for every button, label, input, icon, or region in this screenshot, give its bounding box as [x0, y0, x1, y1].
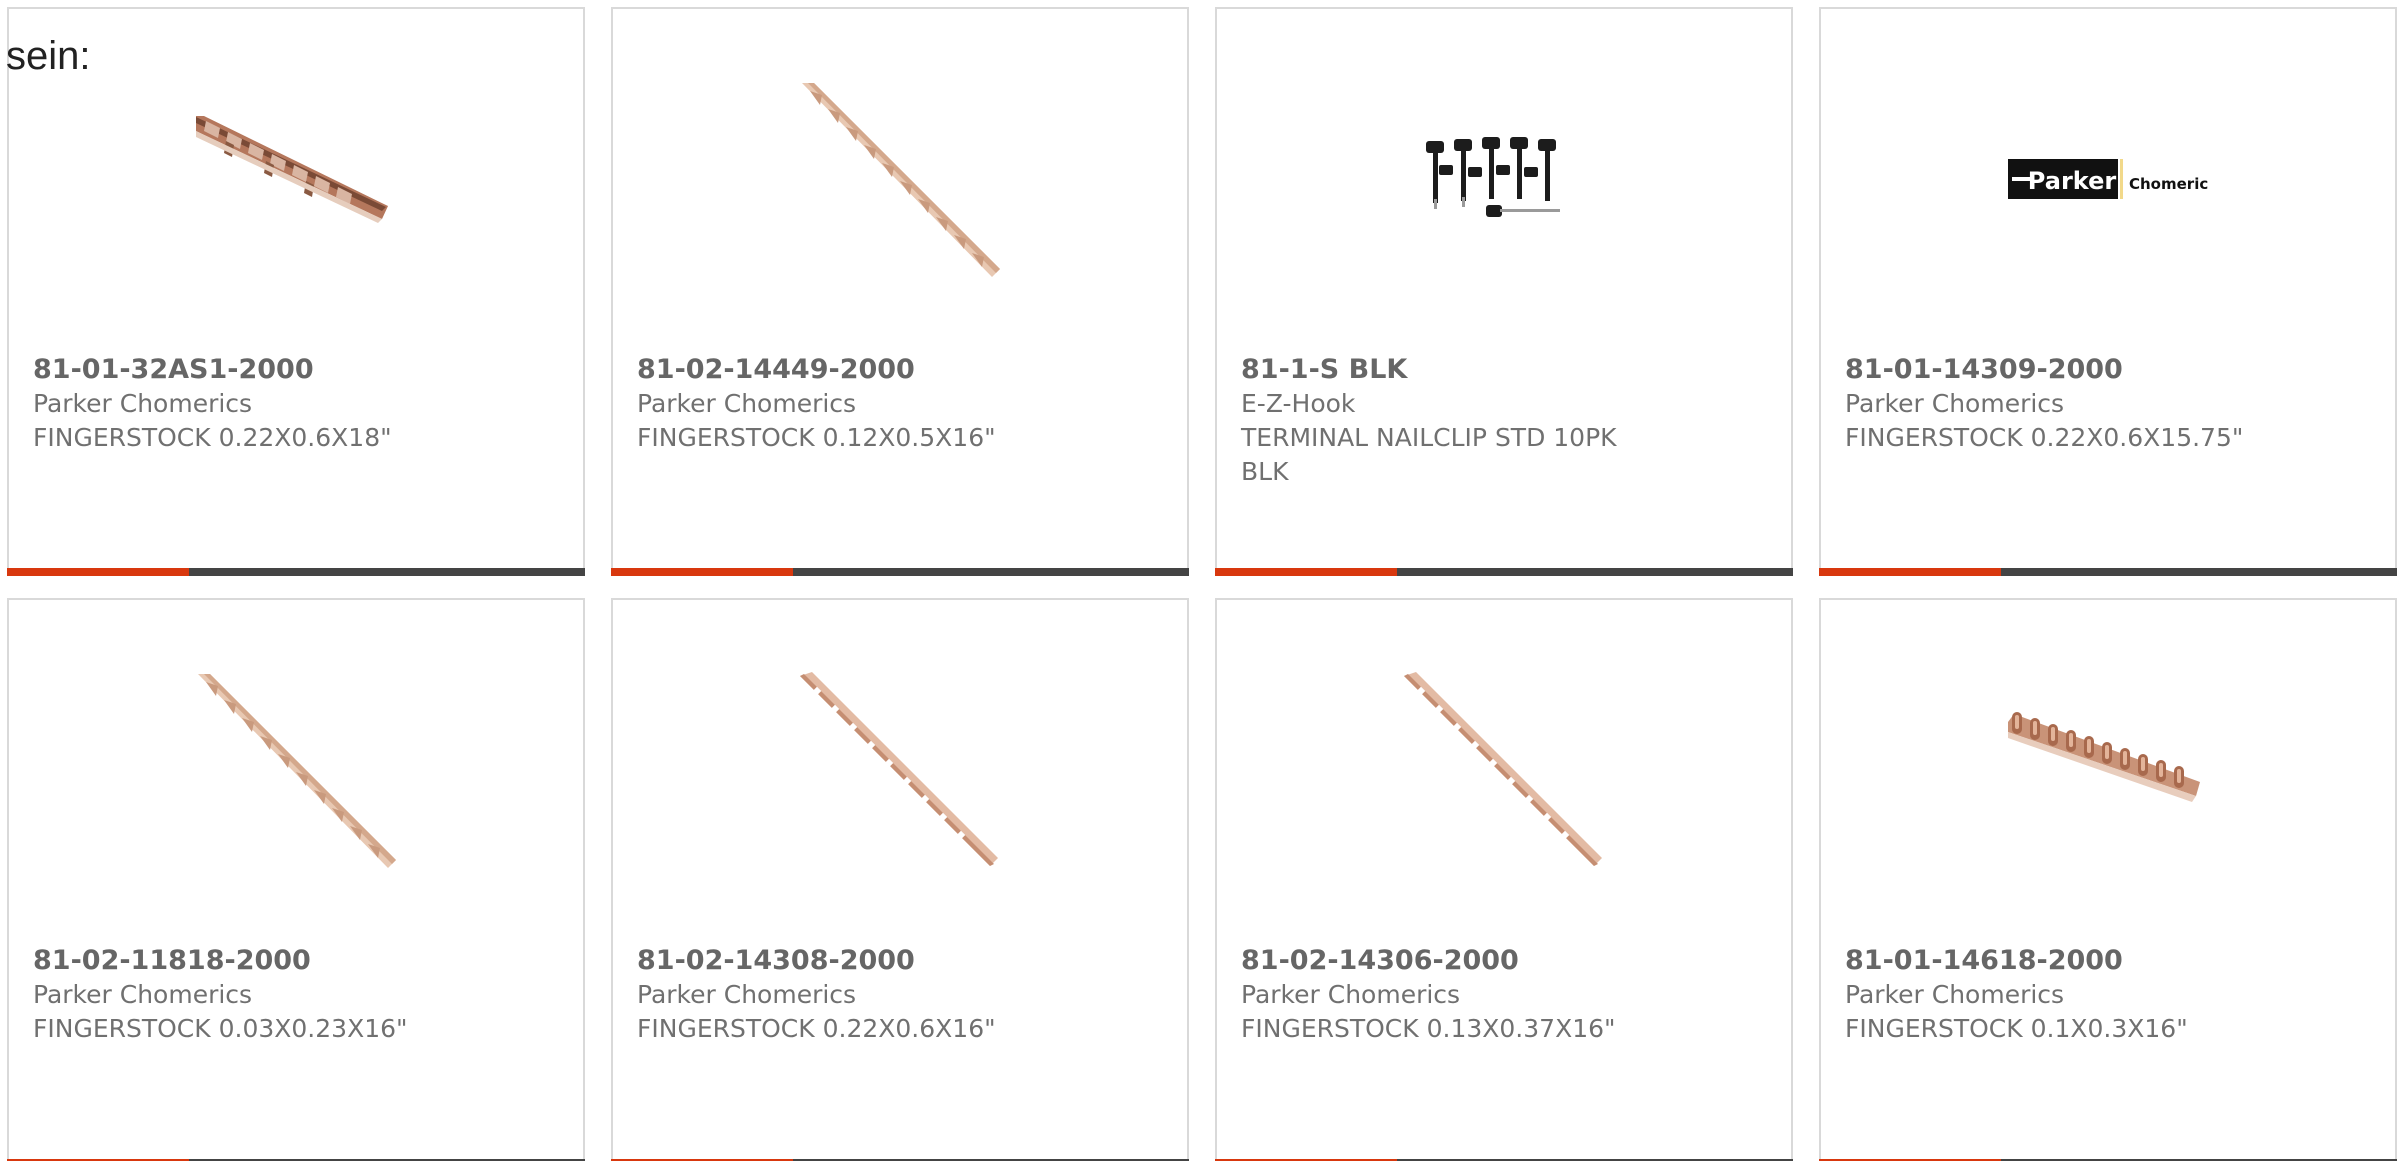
product-description: FINGERSTOCK 0.1X0.3X16"	[1845, 1014, 2188, 1043]
product-info: 81-02-14449-2000 Parker Chomerics FINGER…	[637, 353, 1163, 455]
nailclip-pack-icon[interactable]	[1404, 81, 1604, 281]
product-description: FINGERSTOCK 0.22X0.6X15.75"	[1845, 423, 2244, 452]
fingerstock-coil-icon[interactable]	[2008, 672, 2208, 872]
fingerstock-diagonal-icon[interactable]	[800, 81, 1000, 281]
manufacturer: Parker Chomerics	[637, 980, 857, 1009]
product-description: FINGERSTOCK 0.12X0.5X16"	[637, 423, 996, 452]
part-number-link[interactable]: 81-02-14306-2000	[1241, 944, 1767, 978]
product-description: FINGERSTOCK 0.13X0.37X16"	[1241, 1014, 1616, 1043]
product-info: 81-01-32AS1-2000 Parker Chomerics FINGER…	[33, 353, 559, 455]
part-number-link[interactable]: 81-01-14309-2000	[1845, 353, 2371, 387]
product-info: 81-02-14308-2000 Parker Chomerics FINGER…	[637, 944, 1163, 1046]
product-info: 81-01-14309-2000 Parker Chomerics FINGER…	[1845, 353, 2371, 455]
card-accent-bar	[1215, 568, 1793, 576]
part-number-link[interactable]: 81-1-S BLK	[1241, 353, 1767, 387]
product-grid: 81-01-32AS1-2000 Parker Chomerics FINGER…	[7, 7, 2397, 1161]
manufacturer: Parker Chomerics	[1845, 980, 2065, 1009]
manufacturer: Parker Chomerics	[1241, 980, 1461, 1009]
product-card[interactable]: 81-02-14308-2000 Parker Chomerics FINGER…	[611, 598, 1189, 1161]
manufacturer: E-Z-Hook	[1241, 389, 1356, 418]
card-accent-bar	[7, 568, 585, 576]
fingerstock-slotted-icon[interactable]	[1404, 672, 1604, 872]
part-number-link[interactable]: 81-02-14449-2000	[637, 353, 1163, 387]
product-info: 81-02-11818-2000 Parker Chomerics FINGER…	[33, 944, 559, 1046]
product-card[interactable]: 81-02-14449-2000 Parker Chomerics FINGER…	[611, 7, 1189, 576]
manufacturer: Parker Chomerics	[33, 389, 253, 418]
svg-text:Parker: Parker	[2028, 167, 2117, 195]
fingerstock-slotted-icon[interactable]	[800, 672, 1000, 872]
product-description: TERMINAL NAILCLIP STD 10PK BLK	[1241, 423, 1617, 486]
card-accent-bar	[1819, 568, 2397, 576]
product-card[interactable]: 81-02-11818-2000 Parker Chomerics FINGER…	[7, 598, 585, 1161]
part-number-link[interactable]: 81-01-32AS1-2000	[33, 353, 559, 387]
manufacturer: Parker Chomerics	[637, 389, 857, 418]
svg-text:Chomerics: Chomerics	[2129, 175, 2208, 193]
product-info: 81-1-S BLK E-Z-Hook TERMINAL NAILCLIP ST…	[1241, 353, 1767, 489]
part-number-link[interactable]: 81-02-14308-2000	[637, 944, 1163, 978]
product-info: 81-02-14306-2000 Parker Chomerics FINGER…	[1241, 944, 1767, 1046]
part-number-link[interactable]: 81-01-14618-2000	[1845, 944, 2371, 978]
product-card[interactable]: 81-1-S BLK E-Z-Hook TERMINAL NAILCLIP ST…	[1215, 7, 1793, 576]
product-card[interactable]: 81-02-14306-2000 Parker Chomerics FINGER…	[1215, 598, 1793, 1161]
manufacturer: Parker Chomerics	[1845, 389, 2065, 418]
part-number-link[interactable]: 81-02-11818-2000	[33, 944, 559, 978]
product-card[interactable]: 81-01-14618-2000 Parker Chomerics FINGER…	[1819, 598, 2397, 1161]
product-description: FINGERSTOCK 0.22X0.6X16"	[637, 1014, 996, 1043]
parker-chomerics-logo[interactable]: Parker Chomerics	[2008, 81, 2208, 281]
product-info: 81-01-14618-2000 Parker Chomerics FINGER…	[1845, 944, 2371, 1046]
card-accent-bar	[611, 568, 1189, 576]
fingerstock-diagonal-icon[interactable]	[196, 672, 396, 872]
product-description: FINGERSTOCK 0.03X0.23X16"	[33, 1014, 408, 1043]
product-card[interactable]: Parker Chomerics 81-01-14309-2000 Parker…	[1819, 7, 2397, 576]
product-grid-page: sein: 81-01-32AS1-2000 Parker Chomerics …	[0, 0, 2400, 1161]
product-description: FINGERSTOCK 0.22X0.6X18"	[33, 423, 392, 452]
intro-text: sein:	[6, 34, 91, 78]
fingerstock-curved-icon[interactable]	[196, 81, 396, 281]
manufacturer: Parker Chomerics	[33, 980, 253, 1009]
product-card[interactable]: 81-01-32AS1-2000 Parker Chomerics FINGER…	[7, 7, 585, 576]
